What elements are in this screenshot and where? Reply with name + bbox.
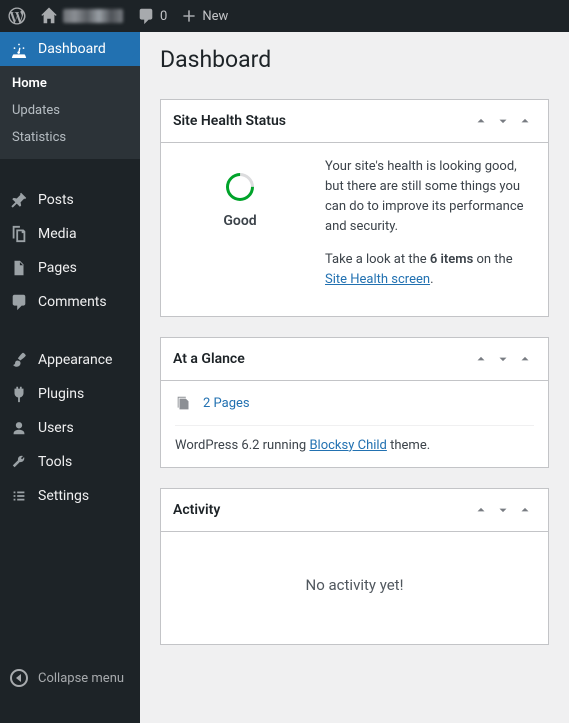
collapse-label: Collapse menu <box>38 671 124 686</box>
menu-plugins[interactable]: Plugins <box>0 377 140 411</box>
menu-comments[interactable]: Comments <box>0 285 140 319</box>
menu-users-label: Users <box>38 420 74 436</box>
menu-posts-label: Posts <box>38 192 74 208</box>
menu-settings[interactable]: Settings <box>0 479 140 513</box>
widget-site-health-title: Site Health Status <box>173 113 470 129</box>
widget-site-health-body: Good Your site's health is looking good,… <box>161 143 548 316</box>
widget-toggle-icon[interactable] <box>514 110 536 132</box>
widget-at-a-glance: At a Glance 2 Pages WordPress 6.2 runnin… <box>160 337 549 468</box>
widget-move-down-icon[interactable] <box>492 348 514 370</box>
adminbar-comments[interactable]: 0 <box>137 7 167 25</box>
widget-activity: Activity No activity yet! <box>160 488 549 645</box>
menu-media-label: Media <box>38 226 77 242</box>
menu-tools-label: Tools <box>38 454 72 470</box>
admin-bar-left: 0 New <box>8 7 228 25</box>
menu-settings-label: Settings <box>38 488 89 504</box>
widget-move-up-icon[interactable] <box>470 348 492 370</box>
site-health-status: Good <box>223 213 256 229</box>
site-health-gauge: Good <box>175 157 305 229</box>
menu-media[interactable]: Media <box>0 217 140 251</box>
menu-dashboard-label: Dashboard <box>38 41 106 57</box>
submenu-updates[interactable]: Updates <box>0 97 140 124</box>
content-area: Dashboard Site Health Status Good Your s… <box>140 32 569 723</box>
widget-glance-title: At a Glance <box>173 351 470 367</box>
adminbar-new[interactable]: New <box>181 8 228 24</box>
site-health-text: Your site's health is looking good, but … <box>325 157 534 302</box>
dashboard-icon <box>10 40 28 58</box>
collapse-menu[interactable]: Collapse menu <box>0 661 140 723</box>
menu-pages-label: Pages <box>38 260 77 276</box>
adminbar-site-name-blurred <box>63 9 123 23</box>
widget-activity-header: Activity <box>161 489 548 532</box>
menu-appearance[interactable]: Appearance <box>0 343 140 377</box>
widget-move-down-icon[interactable] <box>492 110 514 132</box>
wrench-icon <box>10 453 28 471</box>
widget-activity-title: Activity <box>173 502 470 518</box>
submenu-home[interactable]: Home <box>0 70 140 97</box>
settings-icon <box>10 487 28 505</box>
menu-users[interactable]: Users <box>0 411 140 445</box>
admin-sidebar: Dashboard Home Updates Statistics Posts … <box>0 32 140 723</box>
adminbar-new-label: New <box>202 9 228 24</box>
menu-dashboard[interactable]: Dashboard <box>0 32 140 66</box>
plugin-icon <box>10 385 28 403</box>
widget-site-health: Site Health Status Good Your site's heal… <box>160 99 549 317</box>
widget-move-up-icon[interactable] <box>470 110 492 132</box>
media-icon <box>10 225 28 243</box>
adminbar-comments-count: 0 <box>160 9 167 24</box>
widget-move-up-icon[interactable] <box>470 499 492 521</box>
widget-toggle-icon[interactable] <box>514 348 536 370</box>
gauge-ring-icon <box>220 167 260 207</box>
widget-glance-header: At a Glance <box>161 338 548 381</box>
widget-toggle-icon[interactable] <box>514 499 536 521</box>
glance-theme-link[interactable]: Blocksy Child <box>309 438 386 453</box>
pages-icon <box>10 259 28 277</box>
glance-pages-row: 2 Pages <box>175 395 534 426</box>
submenu-statistics[interactable]: Statistics <box>0 124 140 151</box>
page-title: Dashboard <box>160 32 549 99</box>
menu-appearance-label: Appearance <box>38 352 112 368</box>
site-health-para2: Take a look at the 6 items on the Site H… <box>325 250 534 290</box>
glance-wp-version: WordPress 6.2 running Blocksy Child them… <box>175 438 534 453</box>
widget-glance-body: 2 Pages WordPress 6.2 running Blocksy Ch… <box>161 381 548 467</box>
brush-icon <box>10 351 28 369</box>
pages-stack-icon <box>175 395 193 413</box>
site-health-para1: Your site's health is looking good, but … <box>325 157 534 238</box>
menu-posts[interactable]: Posts <box>0 183 140 217</box>
site-health-items-count: 6 items <box>430 252 473 267</box>
menu-dashboard-submenu: Home Updates Statistics <box>0 66 140 159</box>
menu-pages[interactable]: Pages <box>0 251 140 285</box>
menu-comments-label: Comments <box>38 294 107 310</box>
widget-move-down-icon[interactable] <box>492 499 514 521</box>
menu-tools[interactable]: Tools <box>0 445 140 479</box>
menu-plugins-label: Plugins <box>38 386 84 402</box>
wp-logo-icon[interactable] <box>8 7 26 25</box>
adminbar-home[interactable] <box>40 7 123 25</box>
widget-site-health-header: Site Health Status <box>161 100 548 143</box>
site-health-screen-link[interactable]: Site Health screen <box>325 272 430 287</box>
user-icon <box>10 419 28 437</box>
widget-activity-body: No activity yet! <box>161 532 548 644</box>
glance-pages-link[interactable]: 2 Pages <box>203 396 250 411</box>
collapse-icon <box>10 669 28 687</box>
comments-icon <box>10 293 28 311</box>
pin-icon <box>10 191 28 209</box>
activity-empty-msg: No activity yet! <box>175 546 534 630</box>
admin-bar: 0 New <box>0 0 569 32</box>
